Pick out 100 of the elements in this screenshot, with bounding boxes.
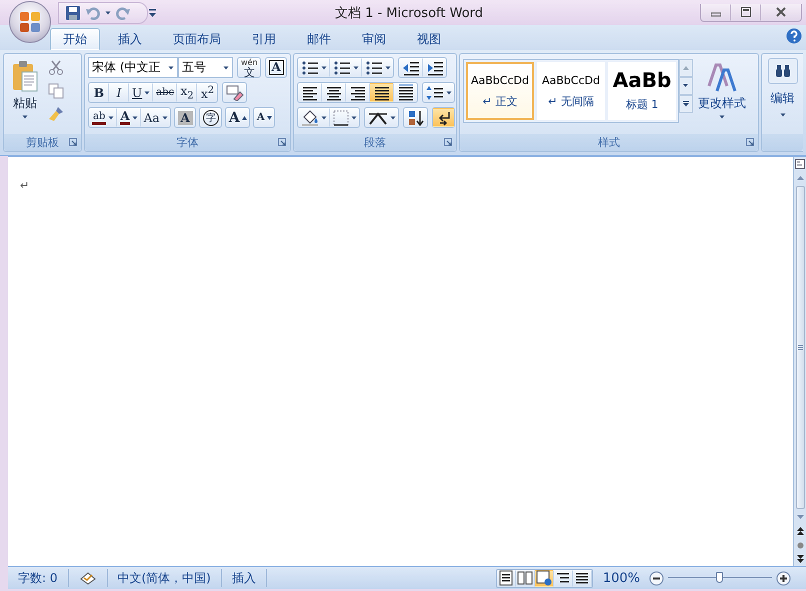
gallery-down-button[interactable] [679, 77, 693, 95]
gallery-more-button[interactable] [679, 95, 693, 113]
ribbon-tab[interactable]: 开始 [50, 28, 100, 50]
align-right-icon [349, 84, 367, 101]
dropdown-arrow-icon[interactable] [108, 116, 114, 120]
ribbon-tab[interactable]: 页面布局 [160, 28, 234, 50]
font-size-dropdown[interactable]: 五号 [178, 57, 233, 78]
dropdown-arrow-icon[interactable] [144, 90, 150, 94]
view-button[interactable] [516, 570, 535, 586]
group-label: 剪贴板 [26, 135, 59, 150]
font-effect-button[interactable]: A [226, 108, 249, 127]
dialog-launcher-icon[interactable] [444, 138, 452, 146]
format-button[interactable]: B [89, 83, 109, 102]
copy-icon [48, 83, 64, 99]
style-item[interactable]: AaBbCcDd ↵ 正文 [466, 62, 534, 120]
font-effect-button[interactable]: ab [89, 108, 118, 127]
more-icon [683, 101, 689, 107]
up-arrow-icon [796, 176, 804, 180]
font-effect-button[interactable]: A [254, 108, 274, 127]
cut-button[interactable] [47, 59, 65, 77]
grip-icon [798, 345, 802, 350]
dropdown-arrow-icon[interactable] [353, 66, 359, 70]
customize-toolbar-icon[interactable] [148, 8, 158, 18]
align-distributed-icon [397, 84, 415, 101]
office-button[interactable] [9, 1, 51, 43]
dropdown-arrow-icon[interactable] [390, 116, 396, 120]
editing-button[interactable]: 编辑 [765, 57, 800, 131]
web-view-icon [536, 570, 552, 586]
window-title: 文档 1 - Microsoft Word [334, 4, 484, 22]
ribbon-tab[interactable]: 插入 [105, 28, 155, 50]
dialog-launcher-icon[interactable] [69, 138, 77, 146]
zoom-slider-thumb[interactable] [716, 572, 723, 583]
minus-icon [649, 570, 664, 586]
show-marks-button[interactable] [433, 108, 454, 127]
dropdown-arrow-icon[interactable] [162, 116, 168, 120]
view-button[interactable] [496, 570, 516, 586]
down-arrow-icon [796, 515, 804, 519]
group-label: 样式 [598, 135, 620, 150]
paragraph-mark: ↵ [20, 179, 30, 192]
view-button[interactable] [534, 570, 554, 586]
dialog-launcher-icon[interactable] [746, 138, 754, 146]
style-item[interactable]: AaBbCcDd ↵ 无间隔 [537, 62, 605, 120]
align-justify-icon [373, 84, 391, 101]
dropdown-arrow-icon[interactable] [321, 116, 327, 120]
draft-view-icon [574, 570, 590, 586]
paint-bucket-icon [301, 110, 319, 126]
dropdown-arrow-icon [780, 113, 786, 117]
align-button[interactable] [370, 83, 394, 102]
paste-button[interactable]: 粘贴 [7, 57, 43, 131]
format-painter-button[interactable] [47, 105, 65, 123]
paragraph-mark-icon [436, 110, 452, 126]
format-button[interactable]: x$_{2}$ [177, 83, 198, 102]
dropdown-arrow-icon[interactable] [385, 66, 391, 70]
down-arrow-icon [266, 116, 272, 120]
align-left-icon [301, 84, 319, 101]
maximize-icon [741, 7, 751, 17]
ruler-icon [795, 159, 805, 169]
phonetic-guide-button[interactable]: wén 文 [238, 58, 260, 77]
font-effect-button[interactable]: Aa [140, 108, 170, 127]
ribbon-tab[interactable]: 引用 [239, 28, 289, 50]
format-button[interactable]: I [109, 83, 129, 102]
reading-view-icon [517, 570, 534, 586]
language-indicator[interactable]: 中文(简体，中国) [108, 569, 222, 587]
double-up-arrow-icon [796, 527, 804, 535]
dropdown-arrow-icon[interactable] [321, 66, 327, 70]
dropdown-arrow-icon[interactable] [105, 10, 111, 14]
zoom-slider[interactable] [668, 572, 772, 584]
align-center-icon [325, 84, 343, 101]
word-count[interactable]: 字数: 0 [8, 569, 68, 587]
insert-mode-indicator[interactable]: 插入 [222, 569, 267, 587]
scrollbar-thumb[interactable] [796, 186, 804, 509]
zoom-level[interactable]: 100% [602, 570, 640, 586]
dropdown-arrow-icon[interactable] [132, 116, 138, 120]
zoom-out-button[interactable] [648, 570, 665, 586]
help-icon[interactable] [786, 28, 802, 44]
sort-icon [407, 110, 425, 126]
print-view-icon [498, 570, 514, 586]
ruler-toggle-button[interactable] [794, 157, 806, 171]
plus-icon [776, 570, 791, 586]
format-button[interactable]: U [129, 83, 154, 102]
dropdown-arrow-icon [223, 66, 229, 70]
increase-indent-icon [426, 60, 444, 76]
ribbon-tab[interactable]: 邮件 [294, 28, 344, 50]
font-name-dropdown[interactable]: 宋体 (中文正 [88, 57, 178, 78]
dropdown-arrow-icon[interactable] [446, 90, 452, 94]
save-icon[interactable] [65, 4, 81, 20]
proofing-button[interactable] [78, 570, 96, 586]
zoom-in-button[interactable] [775, 570, 792, 586]
dropdown-arrow-icon[interactable] [351, 116, 357, 120]
change-styles-icon [707, 62, 737, 92]
style-item[interactable]: AaBb 标题 1 [608, 62, 676, 120]
copy-button[interactable] [47, 82, 65, 100]
font-effect-button[interactable]: A [117, 108, 141, 127]
change-styles-button[interactable]: 更改样式 [693, 57, 751, 131]
ribbon-tab[interactable]: 视图 [404, 28, 454, 50]
format-button[interactable]: x$^{2}$ [197, 83, 218, 102]
ribbon-tab[interactable]: 审阅 [349, 28, 399, 50]
circle-icon [796, 542, 804, 548]
format-button[interactable]: abc [153, 83, 178, 102]
dialog-launcher-icon[interactable] [278, 138, 286, 146]
